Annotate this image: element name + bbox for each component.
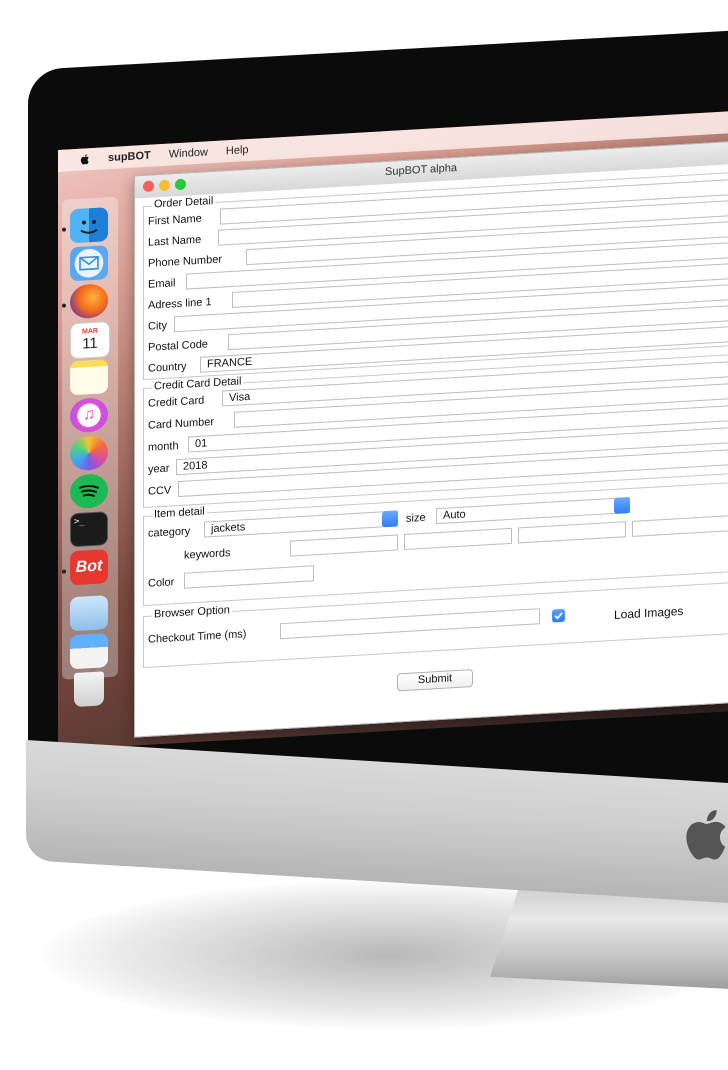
checkout-time-label: Checkout Time (ms): [148, 628, 247, 646]
apple-menu-icon[interactable]: [78, 152, 92, 167]
app-window: SupBOT alpha Order Detail First Name Las…: [134, 138, 728, 738]
address-label: Adress line 1: [148, 296, 212, 312]
year-label: year: [148, 462, 170, 476]
city-label: City: [148, 319, 167, 333]
terminal-icon[interactable]: >_: [70, 511, 108, 548]
apple-logo-icon: [686, 810, 726, 860]
chevron-down-icon[interactable]: [382, 510, 398, 528]
size-label: size: [406, 511, 426, 525]
size-select[interactable]: Auto: [436, 497, 630, 525]
calendar-icon[interactable]: MAR 11: [70, 321, 110, 360]
keyword-input-4[interactable]: [632, 512, 728, 537]
card-number-label: Card Number: [148, 416, 215, 432]
card-label: Credit Card: [148, 394, 205, 410]
country-value: FRANCE: [207, 355, 253, 371]
zoom-button[interactable]: [175, 178, 186, 191]
postal-label: Postal Code: [148, 338, 208, 354]
checkmark-icon: [554, 612, 563, 620]
card-value: Visa: [229, 390, 251, 405]
keyword-input-3[interactable]: [518, 521, 626, 544]
load-images-label: Load Images: [614, 603, 684, 622]
calendar-day: 11: [82, 334, 98, 353]
size-value: Auto: [443, 508, 466, 522]
bot-icon[interactable]: Bot: [70, 549, 108, 586]
color-input[interactable]: [184, 565, 314, 589]
minimize-button[interactable]: [159, 179, 170, 192]
month-value: 01: [195, 437, 208, 451]
chevron-down-icon[interactable]: [614, 497, 630, 514]
menu-app-name[interactable]: supBOT: [108, 150, 151, 164]
email-label: Email: [148, 277, 176, 291]
color-label: Color: [148, 576, 175, 590]
country-label: Country: [148, 360, 187, 375]
mail-icon[interactable]: [70, 245, 108, 282]
running-indicator: [62, 303, 66, 308]
spotify-icon[interactable]: [70, 473, 108, 510]
order-detail-title: Order Detail: [152, 194, 216, 211]
itunes-icon[interactable]: ♫: [70, 397, 108, 434]
bot-label: Bot: [75, 557, 103, 576]
form-content: Order Detail First Name Last Name Phone …: [135, 161, 728, 737]
menu-item-help[interactable]: Help: [226, 144, 249, 157]
browser-option-title: Browser Option: [152, 603, 232, 621]
category-select[interactable]: jackets: [204, 510, 398, 538]
window-title: SupBOT alpha: [385, 161, 457, 179]
month-label: month: [148, 440, 179, 454]
order-detail-group: Order Detail First Name Last Name Phone …: [143, 169, 728, 381]
ccv-label: CCV: [148, 484, 172, 498]
notes-icon[interactable]: [70, 359, 108, 396]
category-value: jackets: [211, 521, 246, 536]
year-value: 2018: [183, 459, 208, 473]
menu-item-window[interactable]: Window: [169, 146, 208, 160]
phone-label: Phone Number: [148, 253, 222, 270]
terminal-prompt: >_: [74, 516, 85, 528]
trash-icon[interactable]: [74, 671, 104, 708]
category-label: category: [148, 525, 191, 540]
keynote-icon[interactable]: [70, 633, 108, 670]
keyword-input-1[interactable]: [290, 534, 398, 557]
firefox-icon[interactable]: [70, 283, 108, 320]
item-detail-title: Item detail: [152, 505, 207, 521]
last-name-label: Last Name: [148, 233, 202, 249]
first-name-label: First Name: [148, 212, 202, 228]
submit-button[interactable]: Submit: [397, 669, 473, 692]
preview-icon[interactable]: [70, 595, 108, 632]
screen: supBOT Window Help MAR 11 ♫ >_ Bot SupBO…: [58, 109, 728, 751]
close-button[interactable]: [143, 180, 154, 193]
keywords-label: keywords: [184, 547, 231, 562]
checkout-time-input[interactable]: [280, 608, 540, 640]
dock: MAR 11 ♫ >_ Bot: [62, 196, 118, 708]
running-indicator: [62, 569, 66, 574]
keyword-input-2[interactable]: [404, 527, 512, 551]
running-indicator: [62, 227, 66, 232]
finder-icon[interactable]: [70, 207, 108, 244]
load-images-checkbox[interactable]: [552, 608, 565, 623]
photos-icon[interactable]: [70, 435, 108, 472]
